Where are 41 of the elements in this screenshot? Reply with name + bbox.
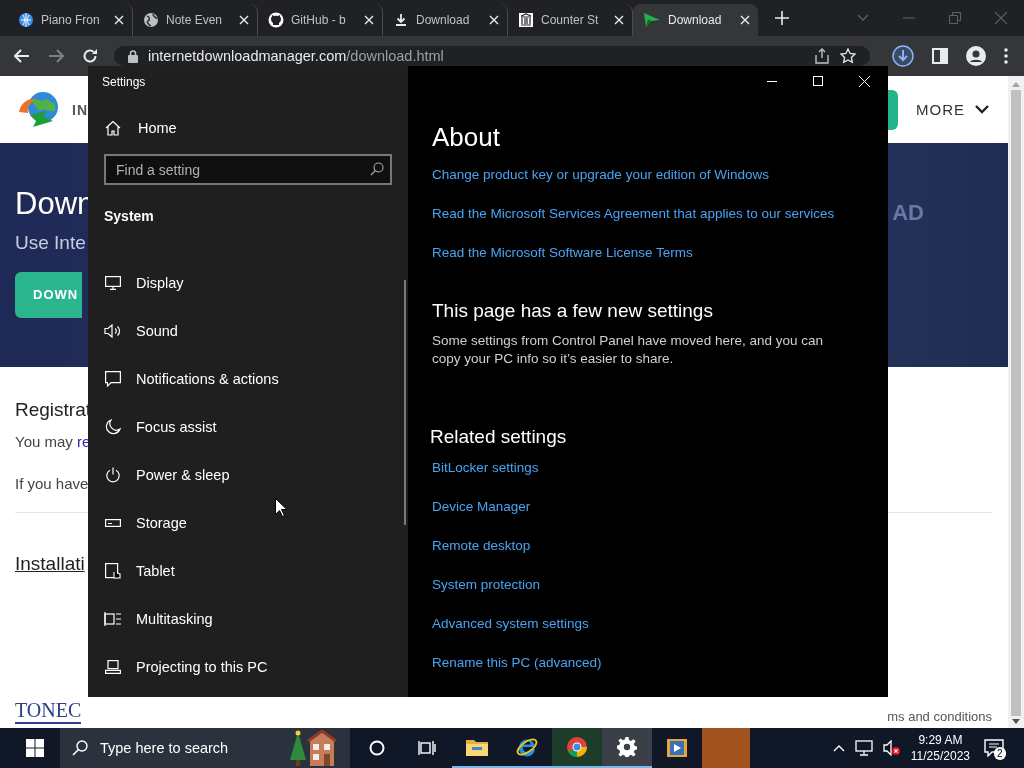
link[interactable]: Read the Microsoft Services Agreement that applies to our services [432,204,835,223]
link[interactable]: Change product key or upgrade your edition of Windows [432,165,769,184]
link[interactable]: Rename this PC (advanced) [432,653,602,672]
clock-time[interactable]: 9:29 AM [918,732,963,748]
nav-item[interactable]: Power & sleep [104,451,408,499]
nav-item[interactable]: Focus assist [104,403,408,451]
url-text[interactable]: internetdownloadmanager.com/download.html [148,48,444,64]
link[interactable]: BitLocker settings [432,458,539,477]
footer-link[interactable]: ms and conditions [887,709,992,724]
link[interactable]: System protection [432,575,541,594]
nav-item[interactable]: Sound [104,307,408,355]
section-heading: Installati [15,553,85,575]
nav-item[interactable]: Display [104,259,408,307]
address-bar[interactable]: internetdownloadmanager.com/download.html [114,46,870,66]
search-field[interactable]: Find a setting [104,154,392,185]
section-heading: This page has a few new settings [432,300,714,322]
nav-item[interactable]: Projecting to this PC [104,643,408,691]
more-menu[interactable]: MORE [916,101,965,118]
link[interactable]: Device Manager [432,497,531,516]
notification-badge: 2 [994,747,1006,760]
nav-item[interactable]: Home [102,113,408,143]
banner-subtitle: Use Inte [15,232,86,254]
paragraph: If you have [15,475,89,492]
company-logo: TONEC [15,699,82,724]
nav-item[interactable]: Tablet [104,547,408,595]
search-field[interactable]: Type here to search [60,728,350,768]
browser-tab[interactable]: Download [633,4,758,36]
link[interactable]: Read the Microsoft Software License Terms [432,243,693,262]
link[interactable]: Remote desktop [432,536,531,555]
nav-item[interactable]: Multitasking [104,595,408,643]
section-title: System [104,208,155,224]
window-title: Settings [102,75,147,89]
description: Some settings from Control Panel have moved here, and you can copy your PC info so it’s easier to share. [432,332,824,368]
section-heading: Related settings [430,426,568,448]
brand-name: IN [72,101,88,118]
page-heading: About [432,122,501,153]
nav-item[interactable]: Notifications & actions [104,355,408,403]
clock-date[interactable]: 11/25/2023 [910,748,970,764]
banner-heading: AD [892,200,924,226]
link[interactable]: Advanced system settings [432,614,589,633]
nav-item[interactable]: Storage [104,499,408,547]
